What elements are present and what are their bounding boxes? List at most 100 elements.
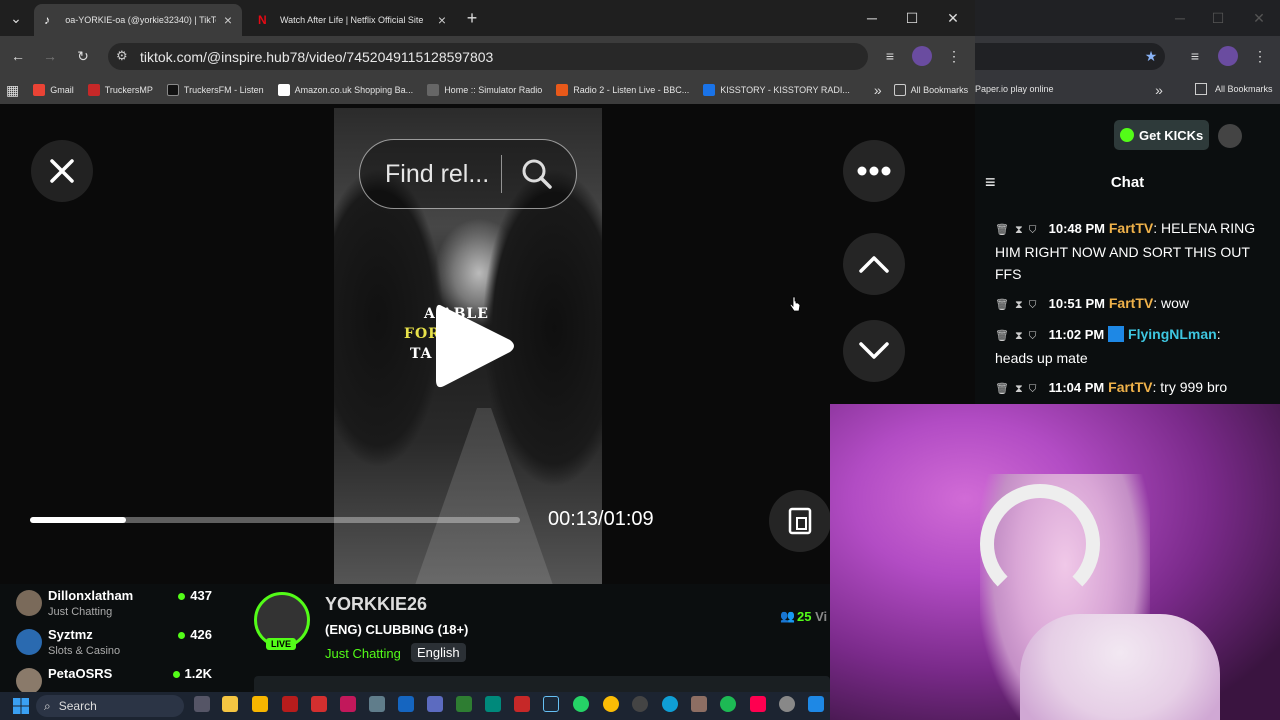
moderation-icons[interactable]: 🗑⧗⛉	[995, 224, 1043, 236]
edge-icon[interactable]	[662, 696, 678, 712]
viewer-count-value: 437	[190, 588, 212, 603]
badge-icon	[1108, 326, 1125, 342]
viewer-count: 437	[178, 588, 212, 603]
bookmark-simulator-radio[interactable]: Home :: Simulator Radio	[427, 84, 542, 96]
tab-title: oa-YORKIE-oa (@yorkie32340) | TikTok	[65, 15, 216, 25]
app-icon[interactable]	[311, 696, 327, 712]
tiktok-icon[interactable]	[750, 696, 766, 712]
channel-name[interactable]: YORKKIE26	[325, 594, 427, 615]
app-icon[interactable]	[779, 696, 795, 712]
media-control-icon[interactable]: ≡	[880, 46, 900, 66]
apps-grid-icon[interactable]: ▦	[6, 80, 19, 100]
search-icon[interactable]	[520, 157, 554, 191]
bookmark-label: Gmail	[50, 85, 74, 95]
stream-category[interactable]: Just Chatting	[325, 646, 401, 661]
more-bookmarks-icon[interactable]: »	[874, 80, 882, 100]
chrome-icon[interactable]	[603, 696, 619, 712]
tab-search-icon[interactable]: ⌄	[6, 8, 26, 28]
steam-icon[interactable]	[543, 696, 559, 712]
profile-avatar-icon[interactable]	[912, 46, 932, 66]
user-avatar[interactable]	[1218, 124, 1242, 148]
menu-icon[interactable]: ⋮	[1250, 46, 1270, 66]
app-icon[interactable]	[252, 696, 268, 712]
all-bookmarks[interactable]: All Bookmarks	[1215, 84, 1273, 94]
bookmark-amazon[interactable]: Amazon.co.uk Shopping Ba...	[277, 84, 413, 96]
app-icon[interactable]	[632, 696, 648, 712]
bookmark-truckersfm[interactable]: TruckersFM - Listen	[166, 84, 264, 96]
all-bookmarks[interactable]: All Bookmarks	[893, 84, 968, 96]
language-tag[interactable]: English	[411, 643, 466, 662]
site-info-icon[interactable]: ⚙	[116, 48, 128, 64]
video-progress-fill	[30, 517, 126, 523]
message-username[interactable]: FartTV	[1109, 295, 1153, 311]
menu-icon[interactable]: ⋮	[944, 46, 964, 66]
minimize-icon[interactable]: ─	[1170, 8, 1190, 28]
new-tab-icon[interactable]: +	[462, 8, 482, 28]
headphones	[980, 484, 1100, 604]
bookmark-bbc-radio2[interactable]: Radio 2 - Listen Live - BBC...	[556, 84, 689, 96]
app-icon[interactable]	[485, 696, 501, 712]
back-icon[interactable]: ←	[8, 46, 28, 66]
get-kicks-button[interactable]: Get KICKs	[1114, 120, 1209, 150]
windows-start-icon[interactable]	[13, 698, 29, 714]
app-icon[interactable]	[340, 696, 356, 712]
address-bar[interactable]: ⚙ tiktok.com/@inspire.hub78/video/745204…	[108, 43, 868, 70]
close-tab-icon[interactable]: ×	[224, 12, 232, 28]
recommended-channel[interactable]: Dillonxlatham Just Chatting 437	[14, 586, 234, 624]
second-window-tab-strip: ─ ☐ ✕	[975, 0, 1280, 36]
maximize-icon[interactable]: ☐	[902, 8, 922, 28]
bookmark-kisstory[interactable]: KISSTORY - KISSTORY RADI...	[703, 84, 850, 96]
play-icon[interactable]	[432, 298, 518, 394]
app-icon[interactable]	[427, 696, 443, 712]
forward-icon[interactable]: →	[40, 46, 60, 66]
app-icon[interactable]	[282, 696, 298, 712]
message-username[interactable]: FartTV	[1109, 220, 1153, 236]
profile-avatar-icon[interactable]	[1218, 46, 1238, 66]
mini-player-button[interactable]	[769, 490, 831, 552]
moderation-icons[interactable]: 🗑⧗⛉	[995, 330, 1043, 342]
previous-video-button[interactable]	[843, 233, 905, 295]
whatsapp-icon[interactable]	[573, 696, 589, 712]
app-icon[interactable]	[808, 696, 824, 712]
app-icon[interactable]	[691, 696, 707, 712]
chat-message: 🗑⧗⛉ 11:02 PM FlyingNLman: heads up mate	[995, 323, 1260, 369]
close-window-icon[interactable]: ✕	[1249, 8, 1269, 28]
close-window-icon[interactable]: ✕	[943, 8, 963, 28]
app-icon[interactable]	[369, 696, 385, 712]
close-tab-icon[interactable]: ×	[438, 12, 446, 28]
related-search[interactable]: Find rel...	[359, 139, 577, 209]
tab-tiktok[interactable]: ♪ oa-YORKIE-oa (@yorkie32340) | TikTok ×	[34, 4, 242, 36]
task-view-icon[interactable]	[194, 696, 210, 712]
moderation-icons[interactable]: 🗑⧗⛉	[995, 299, 1043, 311]
next-video-button[interactable]	[843, 320, 905, 382]
more-bookmarks-icon[interactable]: »	[1149, 80, 1169, 100]
bookmark-gmail[interactable]: Gmail	[33, 84, 74, 96]
app-icon[interactable]	[514, 696, 530, 712]
spotify-icon[interactable]	[720, 696, 736, 712]
minimize-icon[interactable]: ─	[862, 8, 882, 28]
taskbar-search[interactable]: ⌕ Search	[36, 695, 184, 717]
maximize-icon[interactable]: ☐	[1208, 8, 1228, 28]
tab-netflix[interactable]: N Watch After Life | Netflix Official Si…	[248, 4, 456, 36]
moderation-icons[interactable]: 🗑⧗⛉	[995, 383, 1043, 395]
bookmark-truckersmp[interactable]: TruckersMP	[87, 84, 153, 96]
video-progress-bar[interactable]	[30, 517, 520, 523]
truckersmp-icon	[87, 84, 100, 96]
message-username[interactable]: FartTV	[1108, 379, 1152, 395]
address-bar[interactable]	[975, 43, 1165, 70]
gmail-icon	[33, 84, 46, 96]
live-dot-icon	[178, 632, 186, 639]
app-icon[interactable]	[398, 696, 414, 712]
bookmark-paperio[interactable]: Paper.io play online	[975, 84, 1054, 94]
message-username[interactable]: FlyingNLman	[1128, 326, 1217, 342]
recommended-channel[interactable]: Syztmz Slots & Casino 426	[14, 625, 234, 663]
chevron-down-icon	[859, 342, 889, 359]
media-control-icon[interactable]: ≡	[1185, 46, 1205, 66]
file-explorer-icon[interactable]	[222, 696, 238, 712]
close-video-button[interactable]	[31, 140, 93, 202]
netflix-icon: N	[258, 13, 267, 27]
more-options-button[interactable]	[843, 140, 905, 202]
app-icon[interactable]	[456, 696, 472, 712]
reload-icon[interactable]: ↻	[73, 46, 93, 66]
bookmark-star-icon[interactable]: ★	[1141, 46, 1161, 66]
